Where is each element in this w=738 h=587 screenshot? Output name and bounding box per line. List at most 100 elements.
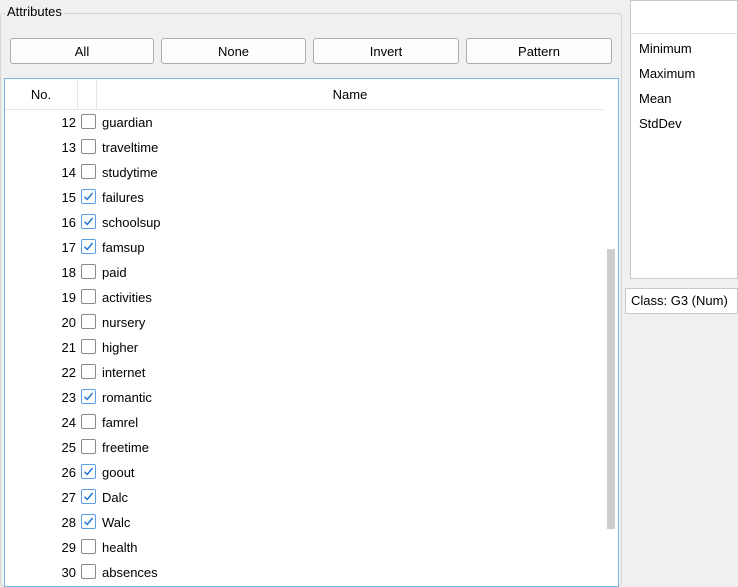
- row-checkbox[interactable]: [81, 364, 96, 379]
- row-number: 22: [61, 365, 76, 380]
- checkmark-icon: [84, 392, 94, 401]
- table-row[interactable]: 16 schoolsup: [5, 210, 605, 235]
- vertical-scrollbar[interactable]: [604, 109, 618, 586]
- row-checkbox[interactable]: [81, 514, 96, 529]
- column-header-select[interactable]: [77, 79, 97, 109]
- row-number: 13: [61, 140, 76, 155]
- table-row[interactable]: 28 Walc: [5, 510, 605, 535]
- row-checkbox[interactable]: [81, 489, 96, 504]
- row-number: 28: [61, 515, 76, 530]
- row-number: 19: [61, 290, 76, 305]
- row-number: 24: [61, 415, 76, 430]
- table-row[interactable]: 30 absences: [5, 560, 605, 585]
- row-checkbox[interactable]: [81, 239, 96, 254]
- invert-button[interactable]: Invert: [313, 38, 459, 64]
- table-row[interactable]: 23 romantic: [5, 385, 605, 410]
- row-checkbox[interactable]: [81, 264, 96, 279]
- attribute-name: Walc: [102, 515, 131, 530]
- attribute-name: absences: [102, 565, 158, 580]
- table-row[interactable]: 14 studytime: [5, 160, 605, 185]
- table-row[interactable]: 25 freetime: [5, 435, 605, 460]
- row-checkbox[interactable]: [81, 414, 96, 429]
- checkmark-icon: [84, 467, 94, 476]
- scrollbar-thumb[interactable]: [607, 249, 615, 529]
- table-row[interactable]: 13 traveltime: [5, 135, 605, 160]
- attribute-name: famrel: [102, 415, 139, 430]
- class-select[interactable]: Class: G3 (Num): [625, 288, 738, 314]
- row-checkbox[interactable]: [81, 289, 96, 304]
- checkmark-icon: [84, 192, 94, 201]
- attribute-name: freetime: [102, 440, 149, 455]
- attribute-name: nursery: [102, 315, 146, 330]
- stat-stddev-label: StdDev: [639, 116, 682, 131]
- none-button[interactable]: None: [161, 38, 306, 64]
- stat-mean-label: Mean: [639, 91, 672, 106]
- attribute-name: failures: [102, 190, 144, 205]
- attribute-name: activities: [102, 290, 152, 305]
- table-row[interactable]: 17 famsup: [5, 235, 605, 260]
- table-row[interactable]: 21 higher: [5, 335, 605, 360]
- column-header-no[interactable]: No.: [5, 79, 78, 109]
- stat-maximum-label: Maximum: [639, 66, 696, 81]
- attribute-name: internet: [102, 365, 146, 380]
- attribute-name: Dalc: [102, 490, 129, 505]
- row-number: 21: [61, 340, 76, 355]
- attribute-name: studytime: [102, 165, 158, 180]
- stats-header: [631, 1, 737, 34]
- row-checkbox[interactable]: [81, 314, 96, 329]
- table-body: 12 guardian 13 traveltime 14 studytime 15 failu…: [5, 110, 605, 585]
- row-number: 30: [61, 565, 76, 580]
- table-row[interactable]: 20 nursery: [5, 310, 605, 335]
- row-checkbox[interactable]: [81, 464, 96, 479]
- attribute-name: schoolsup: [102, 215, 161, 230]
- table-row[interactable]: 19 activities: [5, 285, 605, 310]
- row-checkbox[interactable]: [81, 389, 96, 404]
- table-row[interactable]: 26 goout: [5, 460, 605, 485]
- row-checkbox[interactable]: [81, 214, 96, 229]
- table-row[interactable]: 18 paid: [5, 260, 605, 285]
- attribute-name: health: [102, 540, 138, 555]
- table-row[interactable]: 15 failures: [5, 185, 605, 210]
- table-row[interactable]: 22 internet: [5, 360, 605, 385]
- row-checkbox[interactable]: [81, 439, 96, 454]
- attribute-name: goout: [102, 465, 135, 480]
- row-checkbox[interactable]: [81, 564, 96, 579]
- table-row[interactable]: 27 Dalc: [5, 485, 605, 510]
- row-number: 14: [61, 165, 76, 180]
- attribute-name: higher: [102, 340, 139, 355]
- attribute-name: romantic: [102, 390, 152, 405]
- row-number: 23: [61, 390, 76, 405]
- attribute-name: guardian: [102, 115, 153, 130]
- row-number: 15: [61, 190, 76, 205]
- row-checkbox[interactable]: [81, 114, 96, 129]
- row-number: 12: [61, 115, 76, 130]
- attribute-name: paid: [102, 265, 127, 280]
- row-checkbox[interactable]: [81, 339, 96, 354]
- checkmark-icon: [84, 242, 94, 251]
- attributes-table: No. Name 12 guardian 13 traveltime 14 studyti…: [4, 78, 619, 587]
- row-checkbox[interactable]: [81, 164, 96, 179]
- stat-minimum-label: Minimum: [639, 41, 692, 56]
- row-number: 20: [61, 315, 76, 330]
- checkmark-icon: [84, 517, 94, 526]
- table-row[interactable]: 29 health: [5, 535, 605, 560]
- row-number: 27: [61, 490, 76, 505]
- pattern-button[interactable]: Pattern: [466, 38, 612, 64]
- table-row[interactable]: 12 guardian: [5, 110, 605, 135]
- row-number: 25: [61, 440, 76, 455]
- attribute-name: famsup: [102, 240, 145, 255]
- attributes-title: Attributes: [5, 4, 64, 19]
- row-checkbox[interactable]: [81, 189, 96, 204]
- all-button[interactable]: All: [10, 38, 154, 64]
- row-number: 26: [61, 465, 76, 480]
- attribute-name: traveltime: [102, 140, 159, 155]
- column-header-name[interactable]: Name: [96, 79, 604, 109]
- row-number: 29: [61, 540, 76, 555]
- attribute-stats-panel: Minimum Maximum Mean StdDev: [630, 0, 738, 279]
- row-checkbox[interactable]: [81, 539, 96, 554]
- row-number: 18: [61, 265, 76, 280]
- row-number: 16: [61, 215, 76, 230]
- table-row[interactable]: 24 famrel: [5, 410, 605, 435]
- row-number: 17: [61, 240, 76, 255]
- row-checkbox[interactable]: [81, 139, 96, 154]
